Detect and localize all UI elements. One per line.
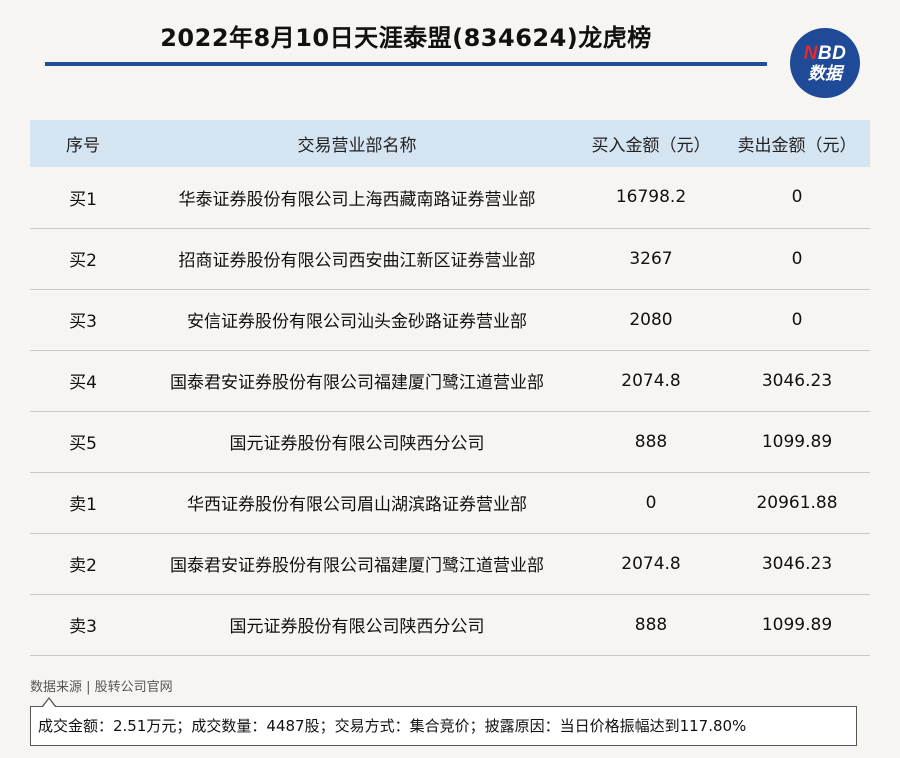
cell-sell: 0	[791, 309, 803, 330]
cell-sell: 3046.23	[761, 370, 833, 391]
col-header-branch: 交易营业部名称	[297, 136, 417, 156]
title-underline	[45, 62, 767, 66]
col-header-sell: 卖出金额（元）	[737, 136, 857, 156]
cell-sell: 1099.89	[761, 614, 833, 635]
cell-buy: 2080	[629, 309, 673, 330]
data-source: 数据来源 | 股转公司官网	[30, 680, 173, 695]
trade-summary-box: 成交金额：2.51万元；成交数量：4487股；交易方式：集合竞价；披露原因：当日…	[30, 706, 857, 746]
cell-rank: 买2	[69, 251, 97, 271]
cell-buy: 16798.2	[615, 187, 687, 208]
cell-branch: 华西证券股份有限公司眉山湖滨路证券营业部	[187, 495, 527, 515]
logo-n: N	[803, 43, 818, 64]
callout-pointer-fill	[43, 699, 55, 707]
cell-branch: 国泰君安证券股份有限公司福建厦门鹭江道营业部	[170, 373, 544, 393]
table-header-row: 序号 交易营业部名称 买入金额（元） 卖出金额（元）	[30, 120, 870, 167]
cell-rank: 卖3	[69, 617, 97, 637]
cell-rank: 买4	[69, 373, 97, 393]
cell-sell: 20961.88	[756, 492, 838, 513]
cell-buy: 0	[645, 492, 657, 513]
table-row: 卖3 国元证券股份有限公司陕西分公司 888 1099.89	[30, 594, 870, 655]
table-row: 买2 招商证券股份有限公司西安曲江新区证券营业部 3267 0	[30, 228, 870, 289]
col-header-rank: 序号	[66, 136, 100, 156]
cell-buy: 2074.8	[621, 370, 681, 391]
table-row: 买4 国泰君安证券股份有限公司福建厦门鹭江道营业部 2074.8 3046.23	[30, 350, 870, 411]
cell-rank: 买1	[69, 189, 97, 210]
cell-buy: 888	[634, 431, 668, 452]
cell-rank: 买3	[69, 312, 97, 332]
cell-buy: 3267	[629, 248, 673, 269]
table-row: 买5 国元证券股份有限公司陕西分公司 888 1099.89	[30, 411, 870, 472]
cell-buy: 888	[634, 614, 668, 635]
cell-branch: 华泰证券股份有限公司上海西藏南路证券营业部	[178, 189, 536, 210]
logo-bd: BD	[817, 43, 847, 64]
cell-sell: 1099.89	[761, 431, 833, 452]
nbd-logo: NBD 数据	[790, 28, 860, 98]
cell-rank: 买5	[69, 434, 97, 454]
cell-rank: 卖2	[69, 556, 97, 576]
cell-sell: 0	[791, 248, 803, 269]
cell-buy: 2074.8	[621, 553, 681, 574]
page-title: 2022年8月10日天涯泰盟(834624)龙虎榜	[160, 24, 652, 52]
cell-branch: 招商证券股份有限公司西安曲江新区证券营业部	[178, 251, 536, 271]
table-row: 买1 华泰证券股份有限公司上海西藏南路证券营业部 16798.2 0	[30, 167, 870, 228]
cell-sell: 0	[791, 187, 803, 208]
col-header-buy: 买入金额（元）	[591, 136, 711, 156]
cell-branch: 国泰君安证券股份有限公司福建厦门鹭江道营业部	[170, 556, 544, 576]
table-row: 买3 安信证券股份有限公司汕头金砂路证券营业部 2080 0	[30, 289, 870, 350]
cell-branch: 安信证券股份有限公司汕头金砂路证券营业部	[187, 312, 527, 332]
dragon-tiger-table: 序号 交易营业部名称 买入金额（元） 卖出金额（元） 买1 华泰证券股份有限公司…	[30, 120, 870, 656]
cell-rank: 卖1	[69, 495, 97, 515]
cell-branch: 国元证券股份有限公司陕西分公司	[229, 617, 485, 637]
table-row: 卖2 国泰君安证券股份有限公司福建厦门鹭江道营业部 2074.8 3046.23	[30, 533, 870, 594]
logo-sub: 数据	[808, 64, 842, 83]
cell-sell: 3046.23	[761, 553, 833, 574]
table-row: 卖1 华西证券股份有限公司眉山湖滨路证券营业部 0 20961.88	[30, 472, 870, 533]
cell-branch: 国元证券股份有限公司陕西分公司	[229, 434, 485, 454]
